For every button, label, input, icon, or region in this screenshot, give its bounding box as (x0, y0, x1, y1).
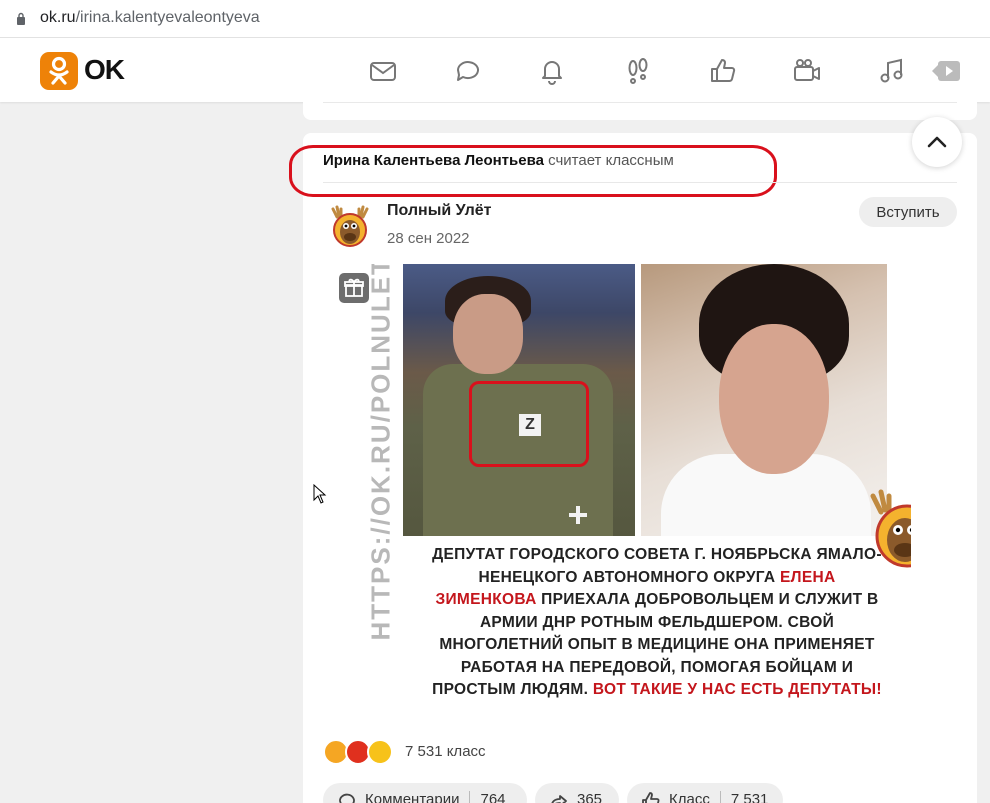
video-icon[interactable] (792, 56, 822, 86)
comments-button[interactable]: Комментарии 764 (323, 783, 527, 803)
post-image[interactable]: Z HTTPS://OK.RU/POLNULET Депутат городск… (361, 264, 911, 704)
face (719, 324, 829, 474)
wow-reaction-icon (367, 739, 393, 765)
join-button[interactable]: Вступить (859, 197, 957, 227)
image-caption: Депутат городского совета г. Ноябрьска Я… (432, 546, 882, 698)
post-card: Ирина Калентьева Леонтьева считает класс… (289, 133, 977, 803)
photo-soldier: Z (403, 264, 635, 536)
share-icon (551, 795, 567, 803)
url-text: ok.ru/irina.kalentyevaleontyeva (40, 9, 260, 26)
chat-icon[interactable] (453, 56, 483, 86)
chevron-up-icon (927, 136, 947, 148)
cross-icon (569, 506, 587, 524)
watermark-text: HTTPS://OK.RU/POLNULET (365, 264, 396, 641)
liked-action-text: считает классным (548, 152, 674, 169)
group-avatar[interactable] (327, 203, 373, 249)
share-button[interactable]: 365 (535, 783, 619, 803)
play-icon[interactable] (930, 56, 960, 86)
lock-icon (17, 12, 25, 25)
comment-icon (339, 793, 355, 803)
gift-icon[interactable] (339, 273, 369, 303)
mail-icon[interactable] (368, 56, 398, 86)
like-icon[interactable] (708, 56, 738, 86)
class-button[interactable]: Класс 7 531 (627, 783, 783, 803)
divider (323, 182, 957, 183)
bell-icon[interactable] (537, 56, 567, 86)
guests-icon[interactable] (623, 56, 653, 86)
scroll-to-top-button[interactable] (912, 117, 962, 167)
liked-by-line: Ирина Калентьева Леонтьева считает класс… (323, 152, 674, 169)
ok-logo-icon[interactable] (40, 52, 78, 90)
z-highlight-box (469, 381, 589, 467)
like-icon (642, 792, 660, 803)
liked-by-user[interactable]: Ирина Калентьева Леонтьева (323, 152, 544, 169)
site-header: OK (0, 38, 990, 102)
previous-post-card (303, 102, 977, 120)
mouse-cursor-icon (313, 484, 327, 504)
reactions-count[interactable]: 7 531 класс (405, 743, 486, 760)
face (453, 294, 523, 374)
address-bar[interactable]: ok.ru/irina.kalentyevaleontyeva (0, 0, 990, 38)
logo-text[interactable]: OK (84, 54, 125, 86)
post-date: 28 сен 2022 (387, 230, 470, 247)
group-name-link[interactable]: Полный Улёт (387, 202, 492, 220)
photo-portrait (641, 264, 887, 536)
music-icon[interactable] (877, 56, 907, 86)
